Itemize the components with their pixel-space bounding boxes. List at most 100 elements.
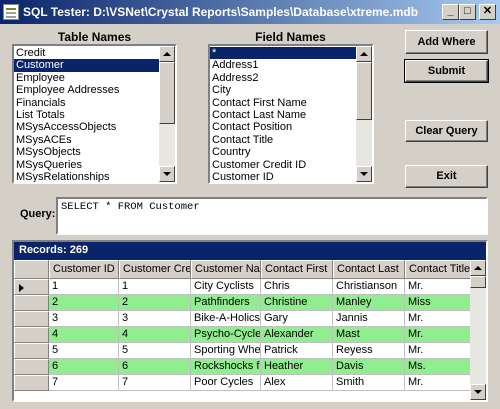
row-header[interactable] <box>14 311 49 327</box>
table-cell[interactable]: Christine <box>261 295 333 311</box>
table-cell[interactable]: Miss <box>405 295 470 311</box>
table-cell[interactable]: Mr. <box>405 327 470 343</box>
column-header[interactable]: Contact First <box>261 260 333 279</box>
scroll-down-button[interactable] <box>356 166 372 182</box>
table-cell[interactable]: Reyess <box>333 343 405 359</box>
column-header[interactable]: Contact Title <box>405 260 470 279</box>
row-header[interactable] <box>14 375 49 391</box>
scroll-down-button[interactable] <box>159 166 175 182</box>
list-item[interactable]: * <box>210 47 356 60</box>
table-cell[interactable]: Patrick <box>261 343 333 359</box>
row-header[interactable] <box>14 327 49 343</box>
minimize-button[interactable]: _ <box>442 4 459 20</box>
row-header[interactable] <box>14 295 49 311</box>
column-header[interactable]: Customer ID <box>49 260 119 279</box>
field-names-listbox[interactable]: * Address1 Address2 City Contact First Name C… <box>208 44 374 184</box>
table-cell[interactable]: Mr. <box>405 311 470 327</box>
column-header[interactable]: Contact Last <box>333 260 405 279</box>
table-cell[interactable]: City Cyclists <box>191 279 261 295</box>
scroll-up-button[interactable] <box>356 46 372 62</box>
table-cell[interactable]: Manley <box>333 295 405 311</box>
table-cell[interactable]: Psycho-Cycle <box>191 327 261 343</box>
column-header[interactable]: Customer Na <box>191 260 261 279</box>
list-item[interactable]: Customer Credit ID <box>210 159 356 171</box>
list-item[interactable]: Country <box>210 146 356 158</box>
table-cell[interactable]: 3 <box>49 311 119 327</box>
list-item[interactable]: MSysAccessObjects <box>14 121 159 133</box>
table-cell[interactable]: 1 <box>119 279 191 295</box>
list-item[interactable]: MSysACEs <box>14 134 159 146</box>
table-cell[interactable]: 1 <box>49 279 119 295</box>
table-cell[interactable]: Pathfinders <box>191 295 261 311</box>
list-item[interactable]: Address1 <box>210 59 356 71</box>
table-cell[interactable]: Heather <box>261 359 333 375</box>
scroll-up-button[interactable] <box>470 260 486 276</box>
list-item[interactable]: MSysQueries <box>14 159 159 171</box>
table-cell[interactable]: Poor Cycles <box>191 375 261 391</box>
scroll-thumb[interactable] <box>356 62 372 120</box>
records-grid[interactable]: Records: 269 Customer ID Customer Cre Cust… <box>12 240 488 402</box>
table-cell[interactable]: Jannis <box>333 311 405 327</box>
submit-button[interactable]: Submit <box>404 59 489 83</box>
table-cell[interactable]: Gary <box>261 311 333 327</box>
table-cell[interactable]: 3 <box>119 311 191 327</box>
close-button[interactable]: ✕ <box>479 4 496 20</box>
table-cell[interactable]: Mast <box>333 327 405 343</box>
title-bar[interactable]: SQL Tester: D:\VSNet\Crystal Reports\Sam… <box>0 0 500 24</box>
list-item[interactable]: Contact Last Name <box>210 109 356 121</box>
clear-query-button[interactable]: Clear Query <box>405 120 488 142</box>
table-cell[interactable]: Mr. <box>405 279 470 295</box>
list-item[interactable]: Customer ID <box>210 171 356 182</box>
exit-button[interactable]: Exit <box>405 165 488 188</box>
row-header[interactable] <box>14 359 49 375</box>
table-cell[interactable]: 5 <box>119 343 191 359</box>
list-item[interactable]: Contact Position <box>210 121 356 133</box>
scroll-up-button[interactable] <box>159 46 175 62</box>
table-cell[interactable]: 4 <box>49 327 119 343</box>
add-where-button[interactable]: Add Where <box>405 30 488 54</box>
row-header[interactable] <box>14 343 49 359</box>
table-cell[interactable]: 2 <box>49 295 119 311</box>
table-cell[interactable]: Ms. <box>405 359 470 375</box>
list-item[interactable]: Contact Title <box>210 134 356 146</box>
list-item[interactable]: Employee <box>14 72 159 84</box>
table-cell[interactable]: Alexander <box>261 327 333 343</box>
scroll-thumb[interactable] <box>159 62 175 124</box>
list-item[interactable]: Credit <box>14 47 159 59</box>
list-item[interactable]: Financials <box>14 97 159 109</box>
field-names-scrollbar[interactable] <box>356 46 372 182</box>
table-cell[interactable]: Sporting Whe <box>191 343 261 359</box>
grid-scrollbar[interactable] <box>470 260 486 400</box>
list-item[interactable]: List Totals <box>14 109 159 121</box>
maximize-button[interactable]: □ <box>459 4 476 20</box>
table-cell[interactable]: Rockshocks f <box>191 359 261 375</box>
table-cell[interactable]: Davis <box>333 359 405 375</box>
table-cell[interactable]: Mr. <box>405 375 470 391</box>
query-textbox[interactable]: SELECT * FROM Customer <box>56 197 488 235</box>
table-cell[interactable]: 7 <box>119 375 191 391</box>
scroll-down-button[interactable] <box>470 384 486 400</box>
table-names-listbox[interactable]: Credit Customer Employee Employee Addresses… <box>12 44 177 184</box>
table-cell[interactable]: 2 <box>119 295 191 311</box>
list-item[interactable]: City <box>210 84 356 96</box>
list-item[interactable]: Address2 <box>210 72 356 84</box>
table-cell[interactable]: Chris <box>261 279 333 295</box>
table-cell[interactable]: 6 <box>49 359 119 375</box>
table-cell[interactable]: 5 <box>49 343 119 359</box>
table-cell[interactable]: Christianson <box>333 279 405 295</box>
table-names-scrollbar[interactable] <box>159 46 175 182</box>
table-cell[interactable]: Alex <box>261 375 333 391</box>
table-cell[interactable]: Mr. <box>405 343 470 359</box>
list-item[interactable]: MSysRelationships <box>14 171 159 182</box>
list-item[interactable]: Contact First Name <box>210 97 356 109</box>
table-cell[interactable]: Smith <box>333 375 405 391</box>
list-item[interactable]: Customer <box>14 59 159 72</box>
row-header[interactable] <box>14 279 49 295</box>
scroll-thumb[interactable] <box>470 276 486 288</box>
list-item[interactable]: MSysObjects <box>14 146 159 158</box>
table-cell[interactable]: Bike-A-Holics <box>191 311 261 327</box>
table-cell[interactable]: 6 <box>119 359 191 375</box>
table-cell[interactable]: 4 <box>119 327 191 343</box>
column-header[interactable]: Customer Cre <box>119 260 191 279</box>
table-cell[interactable]: 7 <box>49 375 119 391</box>
